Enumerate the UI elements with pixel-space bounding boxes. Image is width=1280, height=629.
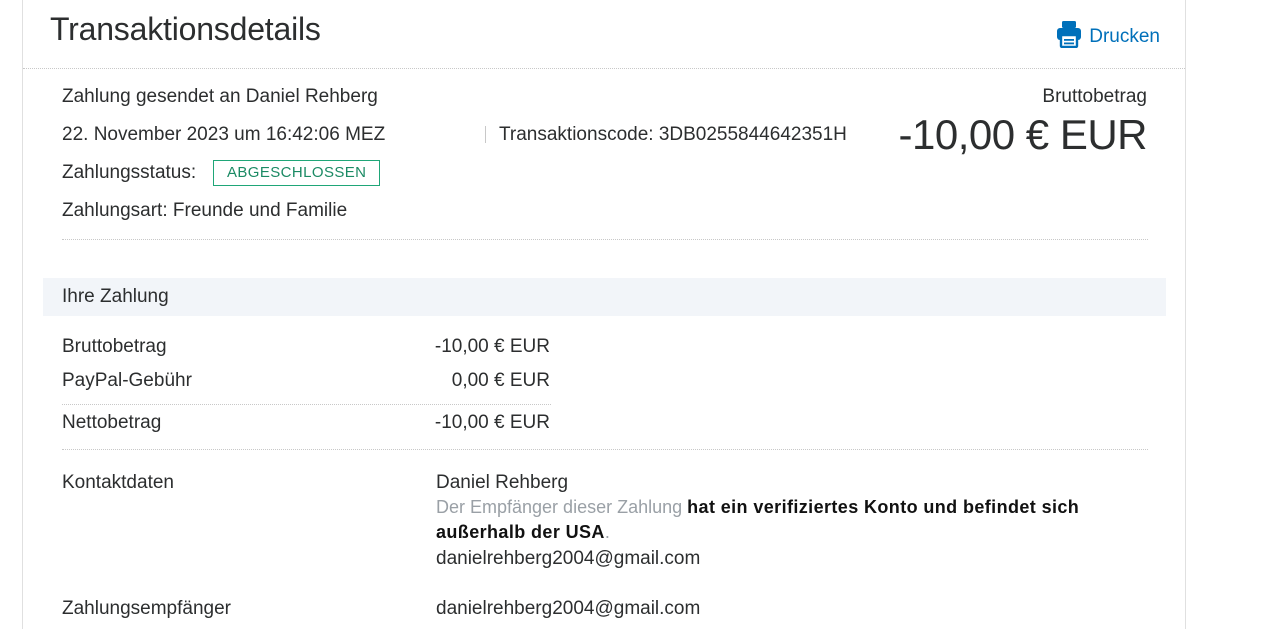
note-muted-text: Der Empfänger dieser Zahlung	[436, 497, 688, 517]
gross-row-label: Bruttobetrag	[62, 336, 167, 357]
divider	[62, 239, 1148, 240]
net-row-label: Nettobetrag	[62, 412, 162, 433]
gross-amount: -10,00 € EUR	[898, 111, 1148, 158]
transaction-datetime: 22. November 2023 um 16:42:06 MEZ	[62, 124, 386, 145]
transaction-details-card: Transaktionsdetails Drucken Zahlung gese…	[22, 0, 1186, 629]
status-badge: ABGESCHLOSSEN	[213, 160, 381, 186]
net-row-value: -10,00 € EUR	[434, 412, 550, 433]
gross-row-value: -10,00 € EUR	[434, 336, 550, 357]
card-header: Transaktionsdetails Drucken	[23, 0, 1185, 69]
payment-sent-to: Zahlung gesendet an Daniel Rehberg	[62, 86, 378, 107]
payment-type: Zahlungsart: Freunde und Familie	[62, 200, 348, 221]
contact-name: Daniel Rehberg	[436, 472, 569, 493]
contact-email: danielrehberg2004@gmail.com	[436, 548, 701, 569]
print-button[interactable]: Drucken	[1056, 20, 1160, 54]
divider	[62, 449, 1148, 450]
transaction-code: Transaktionscode: 3DB0255844642351H	[499, 124, 847, 145]
recipient-email: danielrehberg2004@gmail.com	[436, 598, 701, 619]
note-end: .	[604, 522, 610, 542]
separator	[485, 126, 486, 143]
contact-label: Kontaktdaten	[62, 472, 174, 493]
divider	[62, 404, 551, 405]
section-title: Ihre Zahlung	[62, 286, 169, 307]
page-title: Transaktionsdetails	[50, 11, 321, 47]
recipient-label: Zahlungsempfänger	[62, 598, 231, 619]
print-label: Drucken	[1089, 26, 1160, 47]
printer-icon	[1056, 20, 1089, 54]
fee-row-label: PayPal-Gebühr	[62, 370, 192, 391]
fee-row-value: 0,00 € EUR	[451, 370, 550, 391]
status-label: Zahlungsstatus:	[62, 162, 197, 183]
your-payment-section-header: Ihre Zahlung	[43, 278, 1166, 316]
gross-label: Bruttobetrag	[1042, 86, 1147, 107]
recipient-verification-note: Der Empfänger dieser Zahlung hat ein ver…	[436, 495, 1136, 545]
